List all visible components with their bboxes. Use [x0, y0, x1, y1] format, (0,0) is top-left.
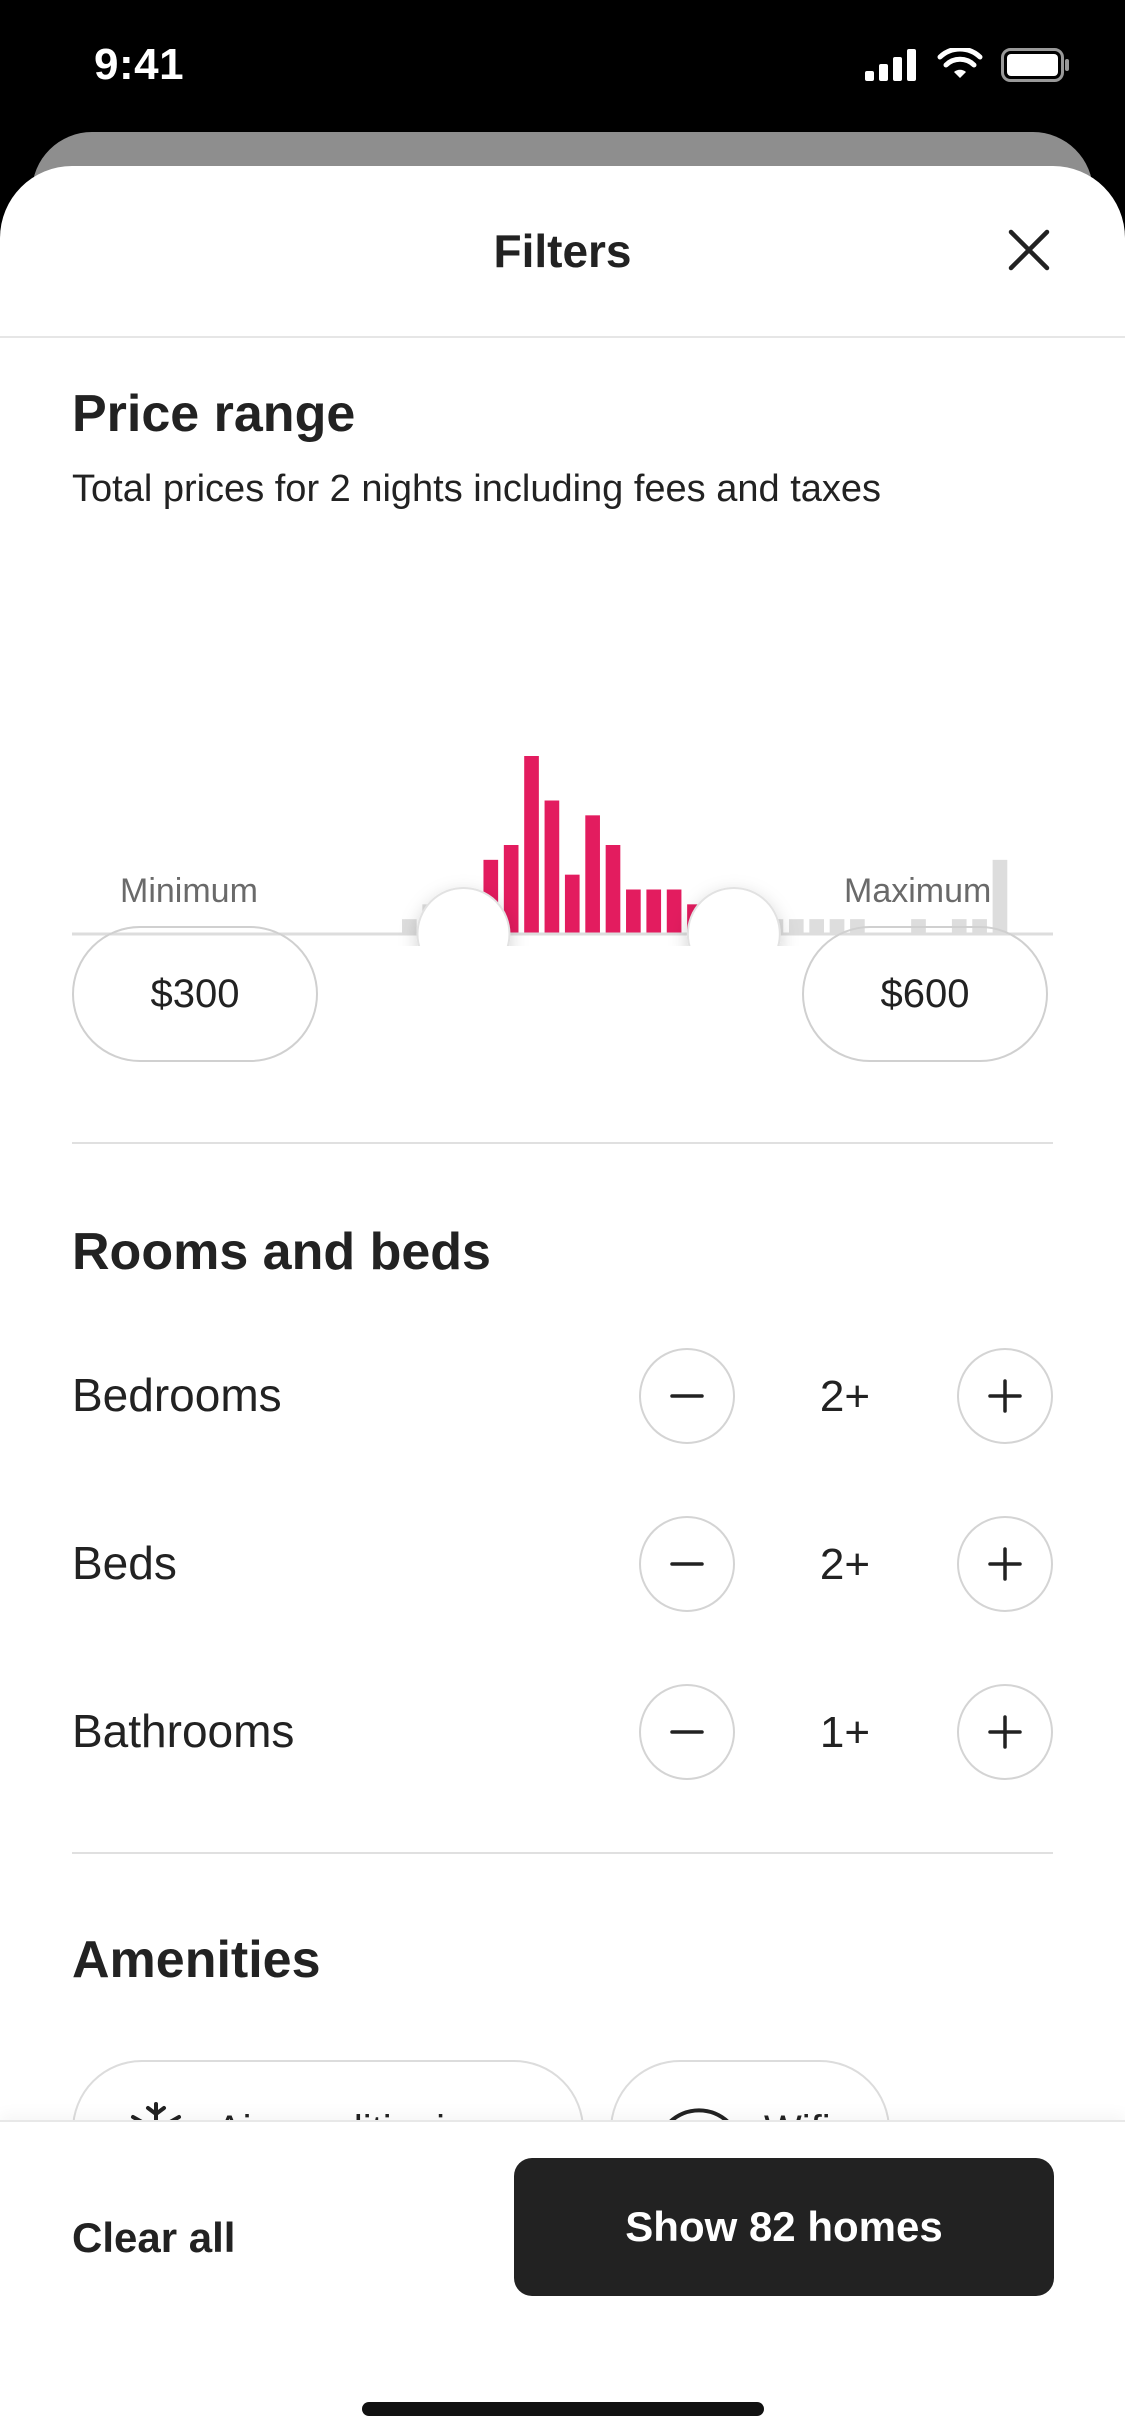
divider: [72, 1852, 1053, 1854]
histogram-bar: [402, 919, 417, 934]
close-icon[interactable]: [1005, 226, 1053, 274]
rooms-title: Rooms and beds: [72, 1223, 491, 1281]
bedrooms-label: Bedrooms: [72, 1369, 282, 1421]
minus-icon: [670, 1394, 704, 1398]
battery-icon: [1001, 48, 1069, 82]
histogram-bar: [992, 859, 1008, 934]
histogram-bar: [544, 800, 560, 934]
histogram-bar: [646, 889, 662, 934]
status-time: 9:41: [94, 40, 185, 89]
plus-icon: [988, 1379, 1022, 1413]
histogram-bar: [524, 756, 539, 934]
price-range-subtitle: Total prices for 2 nights including fees…: [72, 468, 882, 510]
maximum-label: Maximum: [844, 872, 992, 910]
histogram-bar: [809, 919, 824, 934]
histogram-bar: [788, 919, 804, 934]
histogram-bar: [666, 889, 682, 934]
status-bar: 9:41: [0, 0, 1125, 140]
amenities-title: Amenities: [72, 1931, 321, 1989]
minimum-price-input[interactable]: $300: [72, 926, 318, 1062]
minus-icon: [670, 1730, 704, 1734]
filters-footer: Clear all Show 82 homes: [0, 2120, 1125, 2436]
status-icons: [865, 48, 1071, 82]
histogram-bar: [605, 845, 621, 934]
slider-max-handle[interactable]: [686, 887, 781, 946]
bedrooms-increase-button[interactable]: [957, 1348, 1053, 1444]
price-range-title: Price range: [72, 385, 356, 443]
home-indicator: [362, 2402, 764, 2416]
divider: [72, 1142, 1053, 1144]
sheet-header: Filters: [0, 166, 1125, 338]
clear-all-button[interactable]: Clear all: [72, 2214, 235, 2262]
bathrooms-value: 1+: [819, 1708, 871, 1757]
sheet-title: Filters: [493, 225, 632, 277]
beds-label: Beds: [72, 1537, 177, 1589]
bedrooms-value: 2+: [819, 1372, 871, 1421]
beds-value: 2+: [819, 1540, 871, 1589]
plus-icon: [988, 1715, 1022, 1749]
show-homes-button[interactable]: Show 82 homes: [514, 2158, 1054, 2296]
bedrooms-decrease-button[interactable]: [639, 1348, 735, 1444]
maximum-price-input[interactable]: $600: [802, 926, 1048, 1062]
wifi-status-icon: [937, 48, 983, 78]
beds-increase-button[interactable]: [957, 1516, 1053, 1612]
histogram-bar: [564, 874, 580, 934]
histogram-bar: [585, 815, 600, 934]
bathrooms-label: Bathrooms: [72, 1705, 295, 1757]
plus-icon: [988, 1547, 1022, 1581]
bathrooms-increase-button[interactable]: [957, 1684, 1053, 1780]
minus-icon: [670, 1562, 704, 1566]
filters-sheet: Filters Price range Total prices for 2 n…: [0, 166, 1125, 2436]
beds-decrease-button[interactable]: [639, 1516, 735, 1612]
bathrooms-decrease-button[interactable]: [639, 1684, 735, 1780]
histogram-bar: [626, 889, 641, 934]
signal-icon: [865, 49, 916, 81]
minimum-label: Minimum: [120, 872, 258, 910]
